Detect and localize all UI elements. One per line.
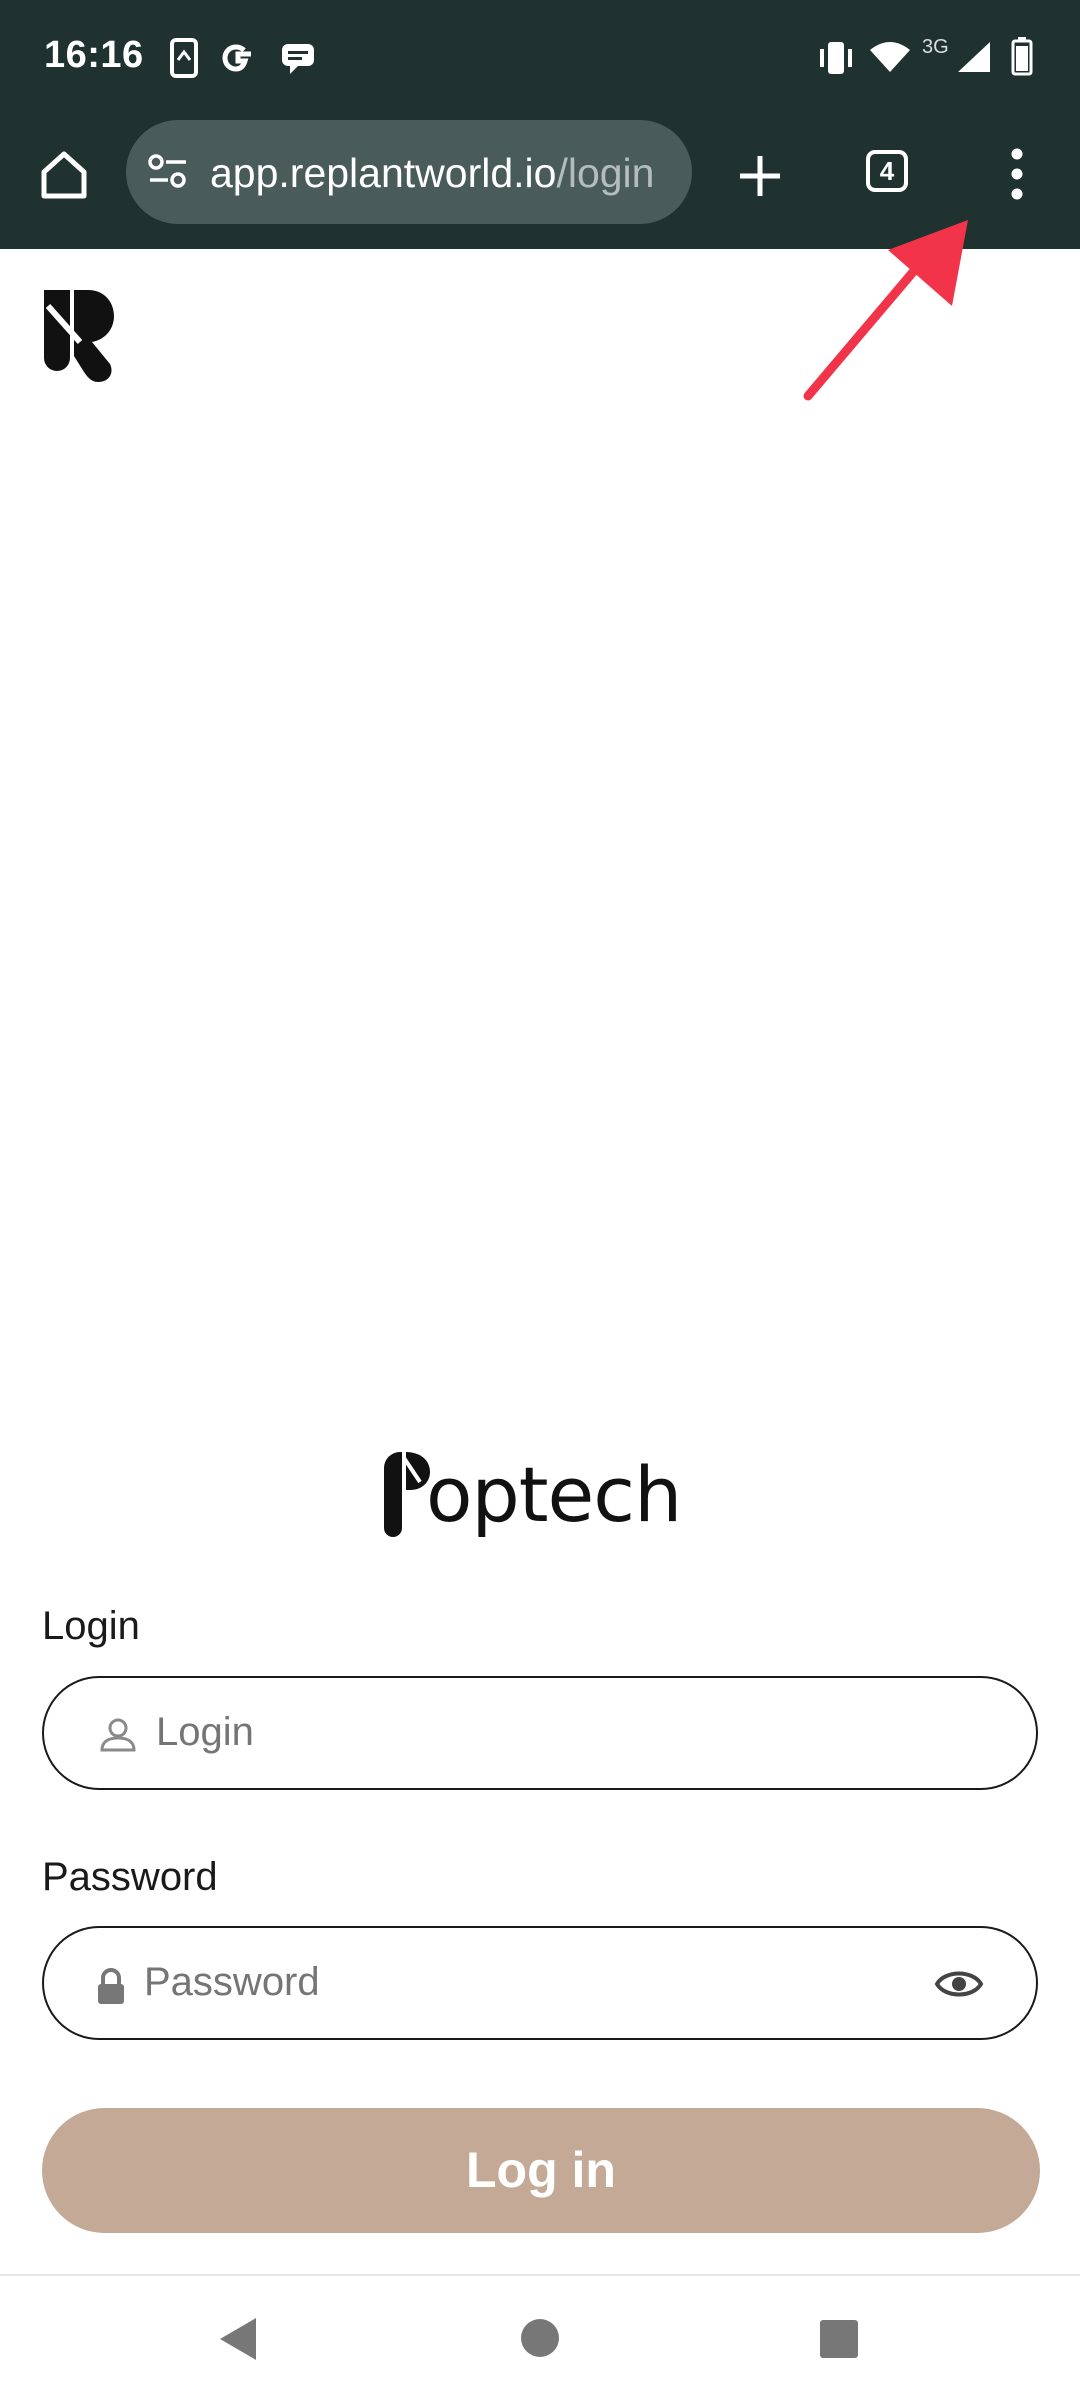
more-menu-icon[interactable]	[1000, 146, 1034, 202]
status-bar: 16:16 3G	[0, 0, 1080, 118]
signal-icon	[958, 42, 990, 72]
battery-icon	[1011, 37, 1033, 76]
message-icon	[282, 44, 314, 74]
password-field[interactable]	[42, 1926, 1038, 2040]
google-icon	[222, 44, 251, 72]
tab-count: 4	[879, 156, 895, 186]
user-icon	[100, 1718, 136, 1752]
show-password-eye-icon[interactable]	[934, 1966, 984, 2002]
site-settings-icon[interactable]	[146, 152, 190, 192]
home-icon[interactable]	[36, 146, 92, 202]
site-logo-icon	[44, 290, 114, 382]
password-input[interactable]	[144, 1960, 904, 2005]
login-button[interactable]: Log in	[42, 2108, 1040, 2233]
brand-name: optech	[426, 1450, 682, 1539]
url-path: /login	[556, 150, 655, 196]
home-circle-icon[interactable]	[518, 2316, 562, 2360]
login-label: Login	[42, 1604, 140, 1648]
url-host: app.replantworld.io	[210, 150, 557, 196]
address-bar[interactable]: app.replantworld.io/login	[126, 120, 692, 224]
vibrate-icon	[820, 42, 852, 74]
back-icon[interactable]	[216, 2314, 262, 2364]
recents-icon[interactable]	[818, 2318, 860, 2360]
url-text: app.replantworld.io/login	[210, 150, 680, 197]
login-input[interactable]	[156, 1710, 996, 1755]
new-tab-icon[interactable]	[736, 152, 784, 200]
brand-logo: optech	[380, 1440, 700, 1550]
system-nav-bar	[0, 2276, 1080, 2400]
annotation-arrow-icon	[803, 220, 968, 401]
screen-share-icon	[170, 38, 198, 78]
login-field[interactable]	[42, 1676, 1038, 1790]
tab-switcher-icon[interactable]: 4	[866, 150, 908, 192]
wifi-icon	[870, 42, 910, 72]
network-type: 3G	[922, 36, 949, 58]
password-label: Password	[42, 1855, 218, 1899]
lock-icon	[98, 1968, 124, 2004]
status-time: 16:16	[44, 34, 144, 76]
